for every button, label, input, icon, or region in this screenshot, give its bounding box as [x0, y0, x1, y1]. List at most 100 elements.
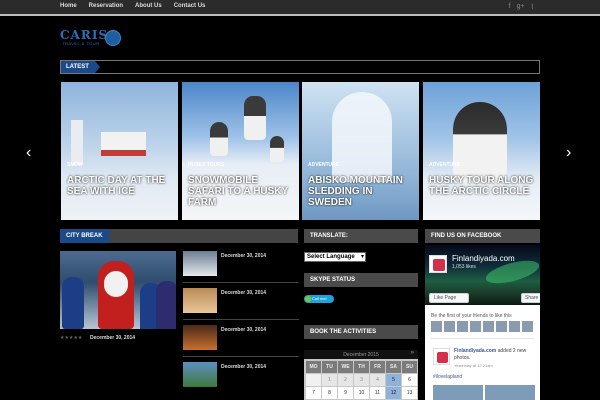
activities-calendar: December 2015 » MO TU WE TH FR SA SU 1 2…: [304, 350, 418, 400]
facebook-page-name[interactable]: Finlandiyada.com: [452, 254, 515, 263]
slide-card[interactable]: ADVENTURE HUSKY TOUR ALONG THE ARCTIC CI…: [423, 82, 540, 220]
ice-tower-image: [71, 120, 83, 165]
slider-next-arrow-icon[interactable]: ›: [566, 144, 571, 162]
nav-item-contact-us[interactable]: Contact Us: [174, 3, 206, 9]
city-break-header-label: CITY BREAK: [60, 229, 109, 243]
post-thumbnail[interactable]: [183, 288, 217, 313]
list-item[interactable]: December 30, 2014: [183, 362, 299, 392]
skype-call-button[interactable]: Call me!: [304, 295, 334, 303]
calendar-day[interactable]: 8: [322, 387, 337, 399]
facebook-header: FIND US ON FACEBOOK: [425, 229, 540, 243]
site-logo[interactable]: CARISA TRAVEL & TOUR: [60, 28, 124, 50]
post-date: December 30, 2014: [90, 335, 136, 341]
calendar-day[interactable]: 7: [306, 387, 321, 399]
weekday-label: SA: [386, 361, 401, 373]
facebook-post-avatar[interactable]: [433, 348, 450, 365]
calendar-month: December 2015: [304, 350, 418, 359]
person-image: [62, 277, 84, 329]
language-select[interactable]: Select Language: [304, 252, 366, 262]
post-photo[interactable]: [485, 385, 535, 400]
husky-image: [453, 102, 507, 182]
calendar-next-icon[interactable]: »: [411, 350, 414, 356]
calendar-day[interactable]: 2: [338, 374, 353, 386]
facebook-share-button[interactable]: Share: [521, 293, 540, 303]
facebook-post-author[interactable]: Finlandiyada.com: [454, 348, 496, 354]
facebook-page-avatar[interactable]: [429, 255, 447, 273]
divider: [431, 338, 534, 339]
slide-title[interactable]: ABISKO MOUNTAIN SLEDDING IN SWEDEN: [308, 175, 416, 208]
husky-image: [210, 122, 228, 156]
avatar[interactable]: [431, 321, 442, 332]
avatar[interactable]: [509, 321, 520, 332]
nav-item-about-us[interactable]: About Us: [135, 3, 162, 9]
top-navigation-bar: Home Reservation About Us Contact Us f g…: [0, 0, 600, 16]
calendar-day[interactable]: 11: [370, 387, 385, 399]
avatar[interactable]: [444, 321, 455, 332]
facebook-friend-faces: [431, 321, 533, 332]
avatar[interactable]: [457, 321, 468, 332]
santa-beard-image: [104, 271, 128, 297]
avatar[interactable]: [496, 321, 507, 332]
calendar-day[interactable]: 9: [338, 387, 353, 399]
slide-card[interactable]: HUSKY TOURS SNOWMOBILE SAFARI TO A HUSKY…: [182, 82, 299, 220]
calendar-day[interactable]: 5: [386, 374, 401, 386]
person-image: [156, 281, 176, 329]
calendar-day[interactable]: 13: [402, 387, 417, 399]
facebook-page-widget: Finlandiyada.com 1,053 likes Like Page S…: [425, 245, 540, 400]
weekday-label: TH: [354, 361, 369, 373]
list-item[interactable]: December 30, 2014: [183, 325, 299, 357]
slide-title[interactable]: ARCTIC DAY AT THE SEA WITH ICE: [67, 175, 175, 197]
facebook-post-text: Finlandiyada.com added 2 new photos.: [454, 348, 538, 362]
facebook-hashtag[interactable]: #ilovelapland: [433, 374, 462, 380]
city-break-featured-image[interactable]: [60, 251, 176, 329]
slide-title[interactable]: SNOWMOBILE SAFARI TO A HUSKY FARM: [188, 175, 296, 208]
slide-category[interactable]: HUSKY TOURS: [188, 162, 224, 168]
logo-tagline: TRAVEL & TOUR: [62, 41, 100, 46]
facebook-friends-text: Be the first of your friends to like thi…: [431, 313, 512, 319]
facebook-like-button[interactable]: Like Page: [429, 293, 469, 303]
calendar-day[interactable]: 4: [370, 374, 385, 386]
slider-prev-arrow-icon[interactable]: ‹: [26, 144, 31, 162]
city-break-header: CITY BREAK: [60, 229, 298, 243]
weekday-label: FR: [370, 361, 385, 373]
calendar-day[interactable]: 3: [354, 374, 369, 386]
book-activities-header: BOOK THE ACTIVITIES: [304, 325, 418, 339]
facebook-post-photos: [433, 385, 535, 400]
slide-title[interactable]: HUSKY TOUR ALONG THE ARCTIC CIRCLE: [429, 175, 537, 197]
calendar-day[interactable]: 10: [354, 387, 369, 399]
slide-card[interactable]: SNOW ARCTIC DAY AT THE SEA WITH ICE: [61, 82, 178, 220]
calendar-day: [306, 374, 321, 386]
post-thumbnail[interactable]: [183, 325, 217, 350]
nav-item-home[interactable]: Home: [60, 3, 77, 9]
post-photo[interactable]: [433, 385, 483, 400]
list-item[interactable]: December 30, 2014: [183, 288, 299, 320]
divider: [183, 356, 299, 357]
calendar-day[interactable]: 1: [322, 374, 337, 386]
weekday-label: TU: [322, 361, 337, 373]
avatar[interactable]: [522, 321, 533, 332]
facebook-post-time[interactable]: Yesterday at 12:21am: [454, 363, 493, 368]
nav-item-reservation[interactable]: Reservation: [89, 3, 123, 9]
list-item[interactable]: December 30, 2014: [183, 251, 299, 283]
facebook-icon[interactable]: f: [509, 3, 511, 11]
globe-icon: [105, 30, 121, 46]
google-plus-icon[interactable]: g+: [517, 3, 525, 11]
avatar[interactable]: [483, 321, 494, 332]
avatar[interactable]: [470, 321, 481, 332]
rss-icon[interactable]: ⌇: [531, 3, 534, 11]
translate-header: TRANSLATE:: [304, 229, 418, 243]
post-thumbnail[interactable]: [183, 251, 217, 276]
husky-image: [244, 96, 266, 140]
slide-card[interactable]: ADVENTURE ABISKO MOUNTAIN SLEDDING IN SW…: [302, 82, 419, 220]
calendar-day[interactable]: 6: [402, 374, 417, 386]
slide-category[interactable]: ADVENTURE: [308, 162, 339, 168]
main-nav: Home Reservation About Us Contact Us: [60, 3, 205, 9]
slide-category[interactable]: ADVENTURE: [429, 162, 460, 168]
post-date: December 30, 2014: [221, 253, 267, 259]
calendar-grid: MO TU WE TH FR SA SU 1 2 3 4 5 6 7 8 9 1…: [306, 361, 417, 399]
post-thumbnail[interactable]: [183, 362, 217, 387]
weekday-label: SU: [402, 361, 417, 373]
slide-category[interactable]: SNOW: [67, 162, 83, 168]
calendar-day[interactable]: 12: [386, 387, 401, 399]
frosted-forest-image: [332, 92, 392, 182]
